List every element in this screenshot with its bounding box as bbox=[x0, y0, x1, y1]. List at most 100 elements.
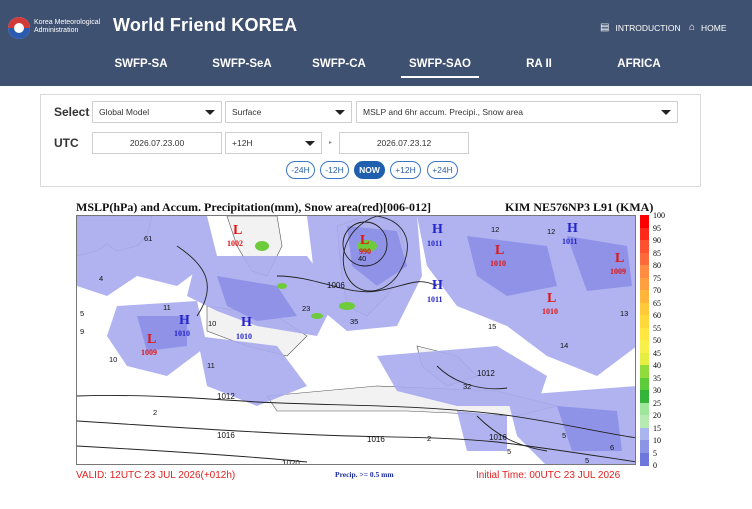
precip-label: 12 bbox=[491, 225, 499, 234]
colorbar-label: 40 bbox=[653, 361, 661, 370]
low-center-value: 1010 bbox=[490, 259, 506, 268]
colorbar-label: 45 bbox=[653, 348, 661, 358]
colorbar-cell bbox=[640, 227, 649, 241]
colorbar-cell bbox=[640, 377, 649, 391]
offset-select[interactable]: +12H bbox=[225, 132, 322, 154]
level-value: Surface bbox=[232, 107, 262, 117]
isobar-label: 1012 bbox=[477, 369, 495, 378]
product-select[interactable]: MSLP and 6hr accum. Precipi., Snow area bbox=[356, 101, 678, 123]
precip-label: 9 bbox=[80, 327, 84, 336]
level-select[interactable]: Surface bbox=[225, 101, 352, 123]
kma-logo-icon[interactable] bbox=[8, 17, 30, 39]
colorbar-cell bbox=[640, 402, 649, 416]
precip-threshold-note: Precip. >= 0.5 mm bbox=[335, 470, 394, 479]
tab-africa[interactable]: AFRICA bbox=[617, 58, 660, 70]
precip-label: 32 bbox=[463, 382, 471, 391]
isobar-label: 1012 bbox=[217, 392, 235, 401]
chevron-down-icon bbox=[335, 110, 345, 115]
product-value: MSLP and 6hr accum. Precipi., Snow area bbox=[363, 107, 524, 117]
colorbar-label: 75 bbox=[653, 273, 661, 283]
introduction-link[interactable]: ▤ INTRODUCTION bbox=[600, 23, 681, 34]
map-model: KIM NE576NP3 L91 (KMA) bbox=[505, 200, 654, 214]
colorbar-cell bbox=[640, 452, 649, 466]
colorbar-label: 55 bbox=[653, 323, 661, 333]
step-minus-12h-button[interactable]: -12H bbox=[320, 161, 349, 179]
high-center-marker: H bbox=[432, 278, 443, 293]
precip-label: 5 bbox=[562, 431, 566, 440]
precip-label: 35 bbox=[350, 317, 358, 326]
isobar-label: 1016 bbox=[367, 435, 385, 444]
high-center-marker: H bbox=[179, 313, 190, 328]
tab-swfp-sao[interactable]: SWFP-SAO bbox=[401, 58, 479, 78]
low-center-marker: L bbox=[147, 332, 156, 347]
high-center-marker: H bbox=[567, 221, 578, 236]
colorbar-label: 100 bbox=[653, 211, 665, 220]
low-center-marker: L bbox=[615, 251, 624, 266]
precip-label: 12 bbox=[547, 227, 555, 236]
colorbar-label: 25 bbox=[653, 398, 661, 408]
low-center-marker: L bbox=[547, 291, 556, 306]
tab-swfp-sea[interactable]: SWFP-SeA bbox=[212, 58, 271, 70]
step-plus-24h-button[interactable]: +24H bbox=[427, 161, 458, 179]
colorbar-label: 90 bbox=[653, 236, 661, 245]
colorbar-label: 70 bbox=[653, 286, 661, 295]
controls-panel: Select Global Model Surface MSLP and 6hr… bbox=[40, 94, 701, 187]
weather-map[interactable]: H 1011 H 1011 H 1010 H 1010 H 1011 L 100… bbox=[76, 215, 636, 465]
low-center-value: 1010 bbox=[542, 307, 558, 316]
colorbar-cell bbox=[640, 352, 649, 366]
colorbar-cell bbox=[640, 440, 649, 453]
step-plus-12h-button[interactable]: +12H bbox=[390, 161, 421, 179]
org-name: Korea Meteorological Administration bbox=[34, 19, 101, 34]
step-now-button[interactable]: NOW bbox=[354, 161, 385, 179]
precip-label: 23 bbox=[302, 304, 310, 313]
step-minus-24h-button[interactable]: -24H bbox=[286, 161, 315, 179]
valid-time-label: VALID: 12UTC 23 JUL 2026(+012h) bbox=[76, 470, 236, 481]
precip-label: 5 bbox=[585, 456, 589, 465]
introduction-label: INTRODUCTION bbox=[615, 23, 681, 33]
chevron-down-icon bbox=[205, 110, 215, 115]
precip-label: 5 bbox=[507, 447, 511, 456]
precip-label: 2 bbox=[153, 408, 157, 417]
header: Korea Meteorological Administration Worl… bbox=[0, 0, 752, 86]
colorbar-label: 30 bbox=[653, 386, 661, 395]
precip-label: 2 bbox=[427, 434, 431, 443]
precip-label: 40 bbox=[358, 254, 366, 263]
colorbar-cell bbox=[640, 365, 649, 378]
chevron-down-icon bbox=[661, 110, 671, 115]
tab-swfp-ca[interactable]: SWFP-CA bbox=[312, 58, 366, 70]
colorbar-label: 15 bbox=[653, 423, 661, 433]
weather-map-graphic: H 1011 H 1011 H 1010 H 1010 H 1011 L 100… bbox=[77, 216, 635, 465]
chevron-down-icon bbox=[305, 141, 315, 146]
utc-label: UTC bbox=[54, 136, 79, 150]
model-select[interactable]: Global Model bbox=[92, 101, 222, 123]
colorbar-label: 85 bbox=[653, 248, 661, 258]
isobar-label: 1016 bbox=[489, 433, 507, 442]
initial-time-label: Initial Time: 00UTC 23 JUL 2026 bbox=[476, 470, 621, 481]
tab-swfp-sa[interactable]: SWFP-SA bbox=[114, 58, 167, 70]
isobar-label: 1020 bbox=[282, 459, 300, 465]
home-link[interactable]: ⌂ HOME bbox=[689, 23, 727, 34]
high-center-value: 1011 bbox=[562, 237, 578, 246]
colorbar-cell bbox=[640, 327, 649, 341]
colorbar-cell bbox=[640, 315, 649, 328]
precip-label: 4 bbox=[99, 274, 103, 283]
precip-label: 10 bbox=[109, 355, 117, 364]
map-title: MSLP(hPa) and Accum. Precipitation(mm), … bbox=[76, 200, 431, 214]
isobar-label: 1016 bbox=[217, 431, 235, 440]
colorbar-label: 95 bbox=[653, 223, 661, 233]
valid-time-field[interactable]: 2026.07.23.12 bbox=[339, 132, 469, 154]
precip-label: 14 bbox=[560, 341, 568, 350]
tab-ra-ii[interactable]: RA II bbox=[526, 58, 552, 70]
high-center-marker: H bbox=[432, 222, 443, 237]
isobar-label: 1006 bbox=[327, 281, 345, 290]
high-center-value: 1011 bbox=[427, 239, 443, 248]
colorbar-cell bbox=[640, 302, 649, 316]
site-title[interactable]: World Friend KOREA bbox=[113, 15, 297, 36]
colorbar-cell bbox=[640, 240, 649, 253]
colorbar-label: 80 bbox=[653, 261, 661, 270]
low-center-value: 1002 bbox=[227, 239, 243, 248]
base-time-field[interactable]: 2026.07.23.00 bbox=[92, 132, 222, 154]
low-center-value: 1009 bbox=[610, 267, 626, 276]
model-value: Global Model bbox=[99, 107, 150, 117]
low-center-marker: L bbox=[495, 243, 504, 258]
